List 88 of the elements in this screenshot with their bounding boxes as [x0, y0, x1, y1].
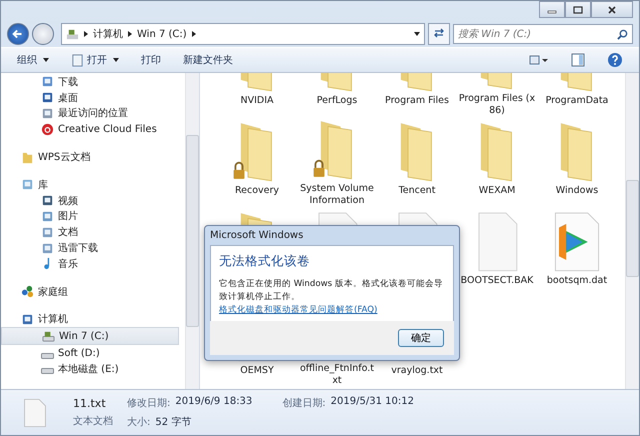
computer-icon — [21, 312, 34, 326]
file-name[interactable]: PerfLogs — [298, 95, 376, 107]
desktop-icon — [41, 91, 54, 104]
recent-icon — [41, 106, 54, 120]
drive-icon — [42, 330, 55, 343]
maximize-button[interactable] — [565, 1, 591, 18]
file-name[interactable]: ProgramData — [538, 95, 616, 107]
sidebar-item[interactable]: Soft (D:) — [1, 345, 185, 361]
sidebar-item[interactable]: 迅雷下载 — [1, 240, 185, 256]
breadcrumb[interactable]: Win 7 (C:) — [137, 28, 187, 40]
file-name[interactable]: offline_FtnInfo.txt — [298, 363, 376, 387]
file-name[interactable]: Program Files — [378, 95, 456, 107]
toolbar-button[interactable]: 打开 — [65, 51, 125, 69]
help-icon — [607, 52, 623, 68]
refresh-icon — [433, 26, 445, 38]
sidebar-item[interactable]: 最近访问的位置 — [1, 106, 185, 122]
file-name[interactable]: Windows — [538, 185, 616, 197]
sidebar-item[interactable]: 图片 — [1, 208, 185, 224]
refresh-button[interactable] — [428, 23, 450, 45]
file-name[interactable]: Program Files (x86) — [458, 93, 536, 117]
preview-pane-icon — [571, 53, 585, 67]
dialog-title: Microsoft Windows — [210, 229, 304, 243]
sidebar-item[interactable]: 计算机 — [1, 312, 185, 328]
faq-link[interactable]: 格式化磁盘和驱动器常见问题解答(FAQ) — [219, 305, 378, 315]
file-name[interactable]: System Volume Information — [298, 183, 376, 207]
chevron-right-icon — [128, 31, 132, 37]
file-name[interactable]: Recovery — [218, 185, 296, 197]
field-label: 大小: — [127, 416, 150, 430]
toolbar-button[interactable]: 新建文件夹 — [177, 51, 239, 69]
forward-button[interactable] — [32, 23, 54, 45]
file-name[interactable]: BOOTSECT.BAK — [458, 275, 536, 287]
toolbar-button[interactable]: 打印 — [135, 51, 167, 69]
dialog-heading: 无法格式化该卷 — [219, 253, 311, 270]
field-label: 创建日期: — [282, 396, 326, 410]
library-icon — [21, 178, 34, 192]
sidebar-item[interactable]: Creative Cloud Files — [1, 121, 185, 138]
sidebar-item[interactable]: 库 — [1, 176, 185, 193]
document-icon — [71, 54, 84, 66]
sidebar-item[interactable]: 视频 — [1, 192, 185, 209]
ok-button[interactable]: 确定 — [398, 329, 444, 347]
field-value: 2019/5/31 10:12 — [330, 396, 414, 408]
breadcrumb[interactable]: 计算机 — [93, 27, 123, 41]
field-label: 修改日期: — [127, 396, 170, 410]
maximize-icon — [573, 6, 583, 14]
file-name[interactable]: Tencent — [378, 185, 456, 197]
caret-icon — [414, 32, 420, 36]
drive-icon — [66, 28, 79, 40]
sidebar-item[interactable]: 本地磁盘 (E:) — [1, 360, 185, 377]
sidebar-item[interactable]: 桌面 — [1, 90, 185, 106]
picture-icon — [41, 210, 54, 223]
file-name[interactable]: WEXAM — [458, 185, 536, 197]
close-icon — [607, 6, 617, 14]
chevron-right-icon — [84, 31, 88, 37]
close-button[interactable] — [591, 1, 633, 18]
view-icon — [529, 54, 549, 66]
file-name[interactable]: NVIDIA — [218, 95, 296, 107]
address-field[interactable]: 计算机 Win 7 (C:) — [61, 23, 425, 45]
file-name: 11.txt — [73, 397, 107, 410]
sidebar-item[interactable]: Win 7 (C:) — [1, 327, 179, 346]
dialog-message: 它包含正在使用的 Windows 版本。格式化该卷可能会导致计算机停止工作。 格式化磁盘和驱动器常见问题解答(FAQ) — [219, 278, 444, 317]
network-icon — [21, 285, 34, 298]
cloud-logo-icon — [41, 122, 54, 136]
search-icon — [617, 29, 628, 40]
sidebar-item[interactable]: 家庭组 — [1, 284, 185, 300]
minimize-button[interactable] — [539, 1, 565, 18]
file-type: 文本文档 — [73, 414, 113, 428]
document-icon — [41, 242, 54, 255]
search-field[interactable]: 搜索 Win 7 (C:) — [453, 24, 633, 44]
back-button[interactable] — [7, 23, 29, 45]
text-file-icon — [23, 396, 47, 428]
scrollbar[interactable] — [625, 73, 639, 389]
field-value: 2019/6/9 18:33 — [175, 396, 252, 408]
download-icon — [41, 75, 54, 88]
file-name[interactable]: bootsqm.dat — [538, 275, 616, 287]
sidebar-item[interactable]: 文档 — [1, 224, 185, 240]
sidebar-item[interactable]: 下载 — [1, 74, 185, 90]
field-value: 52 字节 — [155, 416, 192, 430]
file-name[interactable]: OEMSY — [218, 365, 296, 377]
sidebar-item[interactable]: WPS云文档 — [1, 149, 185, 165]
toolbar-button[interactable]: 组织 — [11, 51, 55, 69]
drive-icon — [41, 368, 54, 374]
document-icon — [41, 226, 54, 239]
chevron-right-icon — [192, 31, 196, 37]
file-name[interactable]: vraylog.txt — [378, 365, 456, 377]
sidebar-item[interactable]: 音乐 — [1, 256, 185, 272]
video-icon — [41, 194, 54, 208]
scrollbar[interactable] — [185, 73, 199, 389]
drive-icon — [41, 352, 54, 359]
